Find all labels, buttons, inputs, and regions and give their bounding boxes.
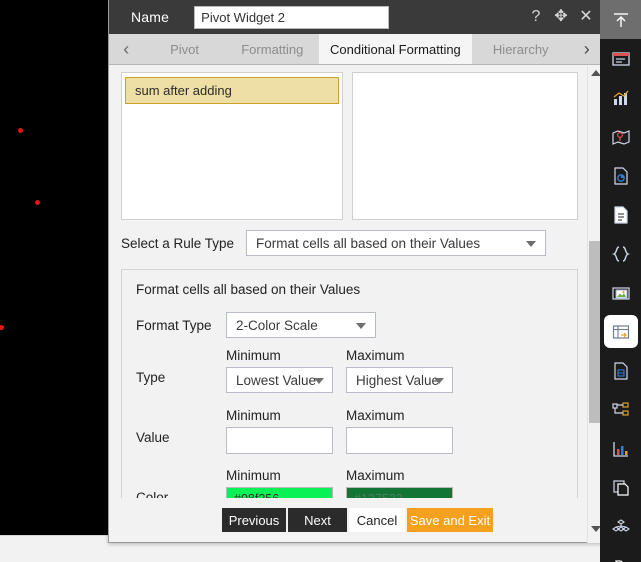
chevron-down-icon (526, 241, 536, 247)
rail-item-code-braces[interactable] (600, 234, 641, 273)
move-icon[interactable]: ✥ (553, 9, 569, 25)
rail-item-copy-page[interactable] (600, 468, 641, 507)
document-chart-icon (613, 166, 628, 185)
tab-hierarchy[interactable]: Hierarchy (471, 34, 570, 64)
pivot-widget-dialog: Name Pivot Widget 2 ? ✥ ✕ ‹ Pivot Format… (108, 0, 605, 543)
chevron-down-icon (434, 378, 444, 384)
rule-type-value: Format cells all based on their Values (256, 235, 481, 251)
color-maximum-label: Maximum (346, 468, 405, 483)
panel-title: Format cells all based on their Values (136, 282, 361, 297)
type-maximum-label: Maximum (346, 348, 405, 363)
tab-formatting[interactable]: Formatting (225, 34, 319, 64)
rail-item-bar-chart[interactable] (600, 78, 641, 117)
value-label: Value (136, 430, 170, 445)
text-document-icon (613, 205, 628, 224)
rules-list-panel[interactable]: sum after adding (121, 72, 343, 220)
value-minimum-input[interactable] (226, 427, 333, 454)
dialog-tabbar: ‹ Pivot Formatting Conditional Formattin… (109, 34, 604, 65)
next-button[interactable]: Next (288, 508, 347, 532)
type-minimum-value: Lowest Value (236, 372, 317, 388)
tab-conditional-formatting[interactable]: Conditional Formatting (318, 34, 472, 64)
chevron-down-icon (314, 378, 324, 384)
format-type-select[interactable]: 2-Color Scale (226, 312, 376, 338)
rail-item-tree-hierarchy[interactable] (600, 390, 641, 429)
dialog-footer: Previous Next Cancel Save and Exit (109, 498, 604, 542)
value-maximum-input[interactable] (346, 427, 453, 454)
bar-chart-icon (613, 90, 629, 105)
map-widget-icon (611, 129, 630, 145)
widget-name-input[interactable]: Pivot Widget 2 (194, 5, 390, 29)
format-type-label: Format Type (136, 318, 212, 333)
help-icon[interactable]: ? (528, 9, 544, 25)
rail-item-image-widget[interactable] (600, 273, 641, 312)
type-maximum-select[interactable]: Highest Value (346, 367, 453, 393)
color-minimum-label: Minimum (226, 468, 281, 483)
cube-group-icon (611, 518, 630, 532)
dialog-titlebar: Name Pivot Widget 2 ? ✥ ✕ (109, 0, 604, 34)
rule-type-label: Select a Rule Type (121, 235, 235, 251)
name-label: Name (131, 9, 170, 25)
copy-page-icon (612, 479, 629, 496)
rail-item-column-chart[interactable] (600, 429, 641, 468)
rule-type-select[interactable]: Format cells all based on their Values (246, 230, 546, 256)
card-widget-icon (611, 51, 630, 66)
list-item[interactable]: sum after adding (125, 77, 339, 104)
rail-item-report-page[interactable] (600, 351, 641, 390)
type-minimum-select[interactable]: Lowest Value (226, 367, 333, 393)
value-maximum-label: Maximum (346, 408, 405, 423)
report-page-icon (613, 361, 628, 380)
titlebar-icons: ? ✥ ✕ (528, 0, 594, 34)
rail-item-map-widget[interactable] (600, 117, 641, 156)
rule-type-row: Select a Rule Type Format cells all base… (109, 230, 604, 256)
type-minimum-label: Minimum (226, 348, 281, 363)
screen-root: Name Pivot Widget 2 ? ✥ ✕ ‹ Pivot Format… (0, 0, 641, 562)
rail-item-document-chart[interactable] (600, 156, 641, 195)
cancel-button[interactable]: Cancel (349, 508, 405, 532)
chevron-down-icon (356, 323, 366, 329)
format-type-row: Format Type 2-Color Scale (122, 312, 577, 340)
map-marker[interactable] (0, 325, 4, 330)
tab-scroll-right-icon[interactable]: › (569, 34, 604, 64)
type-maximum-value: Highest Value (356, 372, 440, 388)
widget-icon-rail (600, 0, 641, 562)
tree-hierarchy-icon (611, 401, 629, 416)
previous-button[interactable]: Previous (222, 508, 286, 532)
image-widget-icon (611, 286, 630, 300)
tab-scroll-left-icon[interactable]: ‹ (109, 34, 144, 64)
rail-item-prescription-rx[interactable] (600, 546, 641, 562)
rail-item-text-document[interactable] (600, 195, 641, 234)
value-row: Value Minimum Maximum (122, 408, 577, 454)
dialog-body: sum after adding Select a Rule Type Form… (109, 65, 604, 542)
column-chart-icon (612, 441, 628, 457)
type-label: Type (136, 370, 166, 385)
code-braces-icon (611, 245, 630, 262)
format-options-panel: Format cells all based on their Values F… (121, 269, 578, 511)
map-marker[interactable] (18, 128, 23, 133)
close-icon[interactable]: ✕ (578, 9, 594, 25)
rail-item-pivot-table[interactable] (600, 312, 641, 351)
export-up-icon (613, 12, 628, 27)
type-row: Type Minimum Maximum Lowest Value Highes… (122, 348, 577, 393)
prescription-rx-icon (614, 559, 623, 562)
tab-pivot[interactable]: Pivot (143, 34, 226, 64)
rail-item-export-up[interactable] (600, 0, 641, 39)
rules-detail-panel[interactable] (352, 72, 578, 220)
value-minimum-label: Minimum (226, 408, 281, 423)
pivot-table-icon (612, 324, 629, 339)
map-marker[interactable] (35, 200, 40, 205)
rail-item-cube-group[interactable] (600, 507, 641, 546)
save-and-exit-button[interactable]: Save and Exit (407, 508, 493, 532)
format-type-value: 2-Color Scale (236, 317, 318, 333)
rail-item-card-widget[interactable] (600, 39, 641, 78)
